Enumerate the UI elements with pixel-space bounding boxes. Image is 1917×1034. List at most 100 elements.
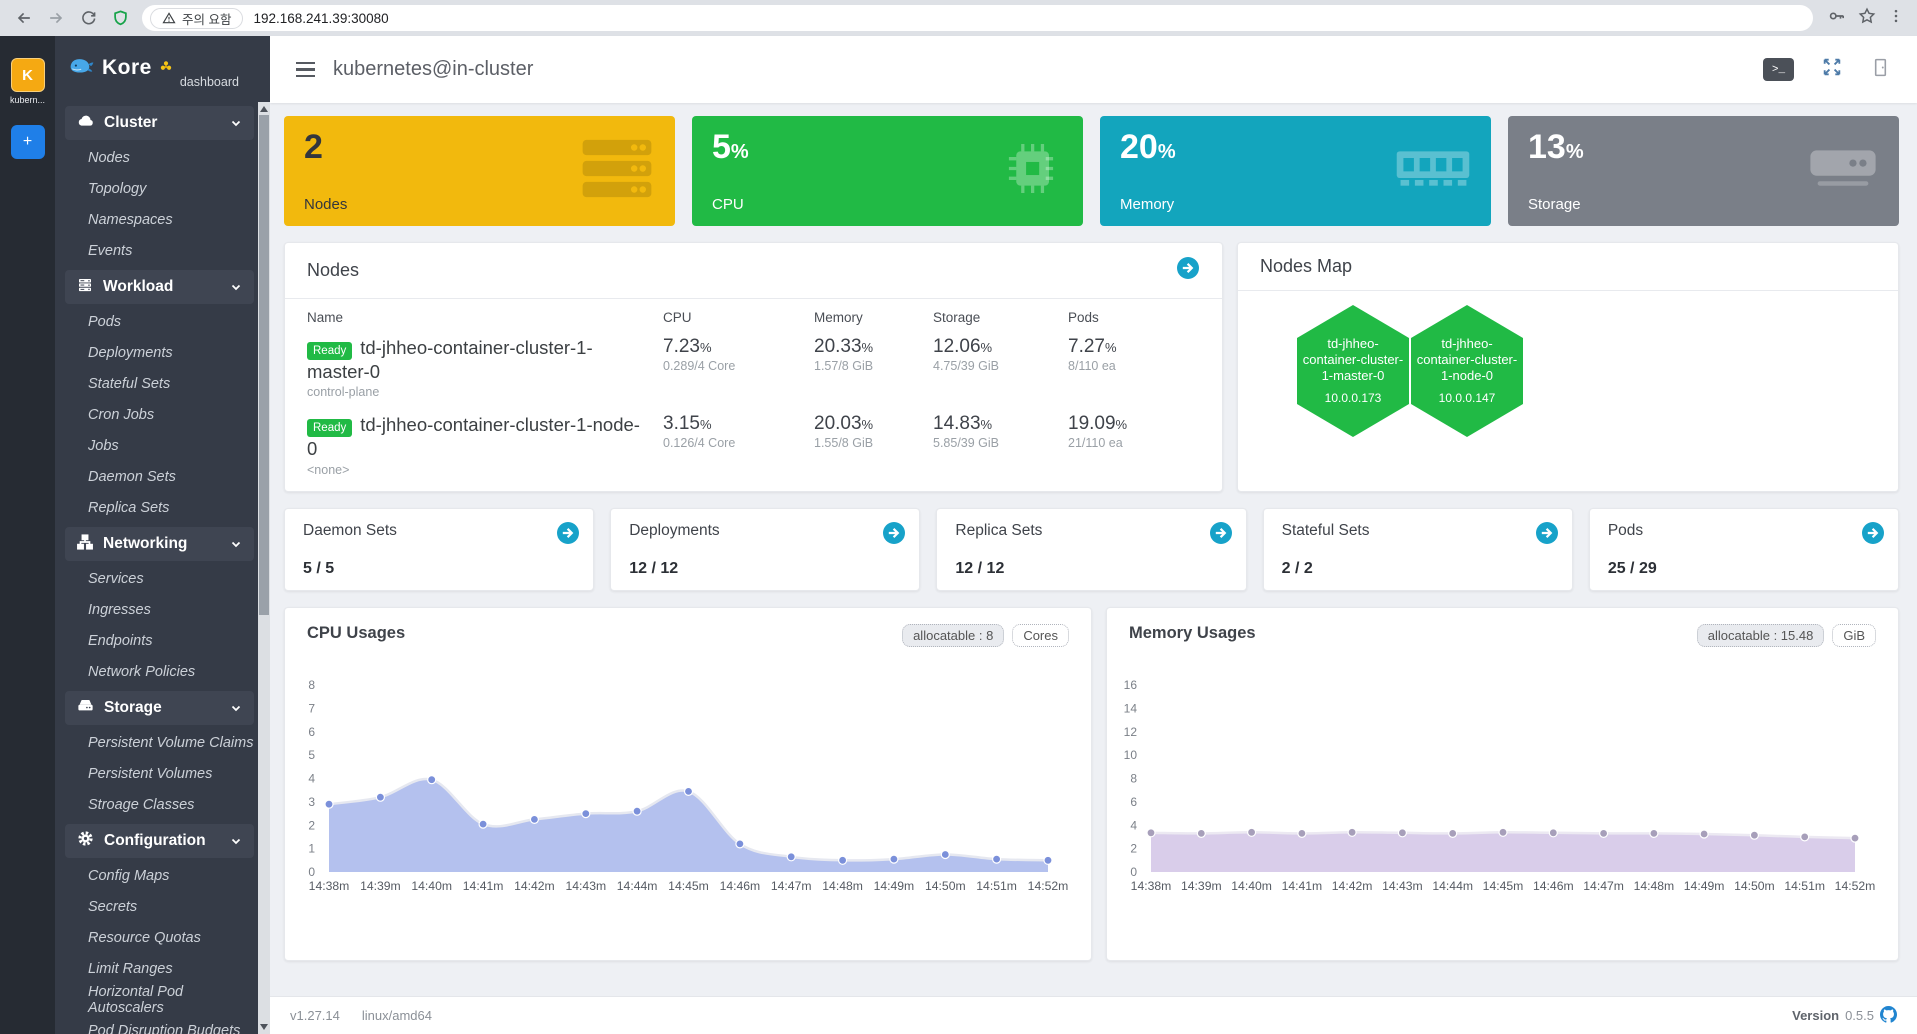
- sidebar-item-deployments[interactable]: Deployments: [55, 337, 258, 368]
- sidebar-item-secrets[interactable]: Secrets: [55, 891, 258, 922]
- sidebar-item-cron-jobs[interactable]: Cron Jobs: [55, 399, 258, 430]
- node-row[interactable]: Readytd-jhheo-container-cluster-1-master…: [307, 328, 1200, 405]
- expand-icon[interactable]: [1821, 56, 1843, 83]
- cpu-usage-area-chart: 01234567814:38m14:39m14:40m14:41m14:42m1…: [285, 664, 1092, 904]
- chart-badge[interactable]: GiB: [1832, 624, 1876, 647]
- sidebar-item-pod-disruption-budgets[interactable]: Pod Disruption Budgets: [55, 1015, 258, 1034]
- sidebar-item-resource-quotas[interactable]: Resource Quotas: [55, 922, 258, 953]
- hamburger-menu-icon[interactable]: [296, 62, 315, 77]
- app-logo[interactable]: Kore dashboard: [55, 36, 270, 100]
- reload-icon[interactable]: [74, 4, 102, 32]
- svg-text:14:48m: 14:48m: [1634, 879, 1675, 893]
- sidebar-section-configuration[interactable]: Configuration: [65, 824, 254, 858]
- back-icon[interactable]: [10, 4, 38, 32]
- sidebar-section-storage[interactable]: Storage: [65, 691, 254, 725]
- hex-node-name: td-jhheo-container-cluster-1-node-0: [1413, 336, 1521, 384]
- goto-arrow-icon[interactable]: [1209, 521, 1233, 550]
- chart-badge[interactable]: Cores: [1012, 624, 1069, 647]
- sidebar-item-stroage-classes[interactable]: Stroage Classes: [55, 789, 258, 820]
- cluster-tile[interactable]: K: [11, 58, 45, 92]
- sidebar-item-events[interactable]: Events: [55, 235, 258, 266]
- sidebar-item-persistent-volumes[interactable]: Persistent Volumes: [55, 758, 258, 789]
- goto-arrow-icon[interactable]: [556, 521, 580, 550]
- workload-card-replica-sets[interactable]: Replica Sets12 / 12: [936, 508, 1246, 591]
- nodes-goto-arrow-icon[interactable]: [1176, 256, 1200, 285]
- logout-door-icon[interactable]: [1870, 57, 1891, 83]
- address-bar[interactable]: 주의 요함 192.168.241.39:30080: [142, 5, 1813, 31]
- add-cluster-button[interactable]: +: [11, 125, 45, 159]
- sidebar-item-horizontal-pod-autoscalers[interactable]: Horizontal Pod Autoscalers: [55, 984, 258, 1015]
- scroll-up-arrow[interactable]: [260, 106, 268, 112]
- stat-card-cpu[interactable]: 5%CPU: [692, 116, 1083, 226]
- star-icon[interactable]: [1857, 6, 1877, 31]
- stat-card-nodes[interactable]: 2Nodes: [284, 116, 675, 226]
- stat-card-memory[interactable]: 20%Memory: [1100, 116, 1491, 226]
- github-icon[interactable]: [1880, 1006, 1897, 1026]
- sidebar-item-network-policies[interactable]: Network Policies: [55, 656, 258, 687]
- stat-label: Nodes: [304, 196, 347, 213]
- sidebar-item-topology[interactable]: Topology: [55, 173, 258, 204]
- svg-text:0: 0: [1130, 865, 1137, 879]
- sidebar-section-cluster[interactable]: Cluster: [65, 106, 254, 140]
- sidebar-item-daemon-sets[interactable]: Daemon Sets: [55, 461, 258, 492]
- workload-card-deployments[interactable]: Deployments12 / 12: [610, 508, 920, 591]
- scroll-down-arrow[interactable]: [260, 1024, 268, 1030]
- memory-usage-area-chart: 024681012141614:38m14:39m14:40m14:41m14:…: [1107, 664, 1899, 904]
- svg-text:14:45m: 14:45m: [668, 879, 709, 893]
- goto-arrow-icon[interactable]: [1861, 521, 1885, 550]
- chevron-down-icon: [229, 116, 243, 130]
- stat-card-storage[interactable]: 13%Storage: [1508, 116, 1899, 226]
- svg-text:14:39m: 14:39m: [360, 879, 401, 893]
- shield-icon[interactable]: [106, 4, 134, 32]
- node-hexagon[interactable]: td-jhheo-container-cluster-1-node-010.0.…: [1411, 305, 1523, 437]
- svg-text:16: 16: [1124, 678, 1138, 692]
- sidebar-section-workload[interactable]: Workload: [65, 270, 254, 304]
- sidebar-item-endpoints[interactable]: Endpoints: [55, 625, 258, 656]
- kebab-menu-icon[interactable]: [1887, 7, 1905, 30]
- node-hexagon[interactable]: td-jhheo-container-cluster-1-master-010.…: [1297, 305, 1409, 437]
- url-text[interactable]: 192.168.241.39:30080: [253, 11, 388, 26]
- sidebar-item-replica-sets[interactable]: Replica Sets: [55, 492, 258, 523]
- key-icon[interactable]: [1827, 6, 1847, 31]
- brand-subtitle: dashboard: [180, 75, 239, 89]
- svg-text:14:38m: 14:38m: [1131, 879, 1172, 893]
- scrollbar-thumb[interactable]: [259, 115, 269, 615]
- ready-status-badge: Ready: [307, 419, 352, 437]
- svg-text:5: 5: [308, 748, 315, 762]
- sidebar-item-limit-ranges[interactable]: Limit Ranges: [55, 953, 258, 984]
- workload-card-pods[interactable]: Pods25 / 29: [1589, 508, 1899, 591]
- sidebar-item-persistent-volume-claims[interactable]: Persistent Volume Claims: [55, 727, 258, 758]
- chevron-down-icon: [229, 701, 243, 715]
- chart-badge[interactable]: allocatable : 15.48: [1697, 624, 1825, 647]
- forward-icon[interactable]: [42, 4, 70, 32]
- svg-text:14:52m: 14:52m: [1835, 879, 1876, 893]
- sidebar: Kore dashboard ClusterNodesTopologyNames…: [55, 36, 270, 1034]
- sidebar-item-stateful-sets[interactable]: Stateful Sets: [55, 368, 258, 399]
- sidebar-item-nodes[interactable]: Nodes: [55, 142, 258, 173]
- metric-detail: 8/110 ea: [1068, 359, 1200, 373]
- metric-detail: 1.57/8 GiB: [814, 359, 933, 373]
- sidebar-section-networking[interactable]: Networking: [65, 527, 254, 561]
- sidebar-item-namespaces[interactable]: Namespaces: [55, 204, 258, 235]
- node-row[interactable]: Readytd-jhheo-container-cluster-1-node-0…: [307, 405, 1200, 482]
- sidebar-item-ingresses[interactable]: Ingresses: [55, 594, 258, 625]
- sidebar-item-pods[interactable]: Pods: [55, 306, 258, 337]
- sidebar-scrollbar[interactable]: [258, 102, 270, 1034]
- workload-card-stateful-sets[interactable]: Stateful Sets2 / 2: [1263, 508, 1573, 591]
- svg-text:14:51m: 14:51m: [1784, 879, 1825, 893]
- svg-text:14:47m: 14:47m: [1583, 879, 1624, 893]
- goto-arrow-icon[interactable]: [882, 521, 906, 550]
- svg-text:4: 4: [1130, 818, 1137, 832]
- sidebar-item-config-maps[interactable]: Config Maps: [55, 860, 258, 891]
- goto-arrow-icon[interactable]: [1535, 521, 1559, 550]
- app-footer: v1.27.14 linux/amd64 Version 0.5.5: [270, 996, 1917, 1034]
- sidebar-item-services[interactable]: Services: [55, 563, 258, 594]
- memory-icon: [1391, 138, 1475, 205]
- svg-text:14:41m: 14:41m: [463, 879, 504, 893]
- terminal-icon[interactable]: >_: [1763, 58, 1794, 81]
- svg-text:3: 3: [308, 795, 315, 809]
- site-warning-chip[interactable]: 주의 요함: [150, 8, 243, 29]
- chart-badge[interactable]: allocatable : 8: [902, 624, 1004, 647]
- sidebar-item-jobs[interactable]: Jobs: [55, 430, 258, 461]
- workload-card-daemon-sets[interactable]: Daemon Sets5 / 5: [284, 508, 594, 591]
